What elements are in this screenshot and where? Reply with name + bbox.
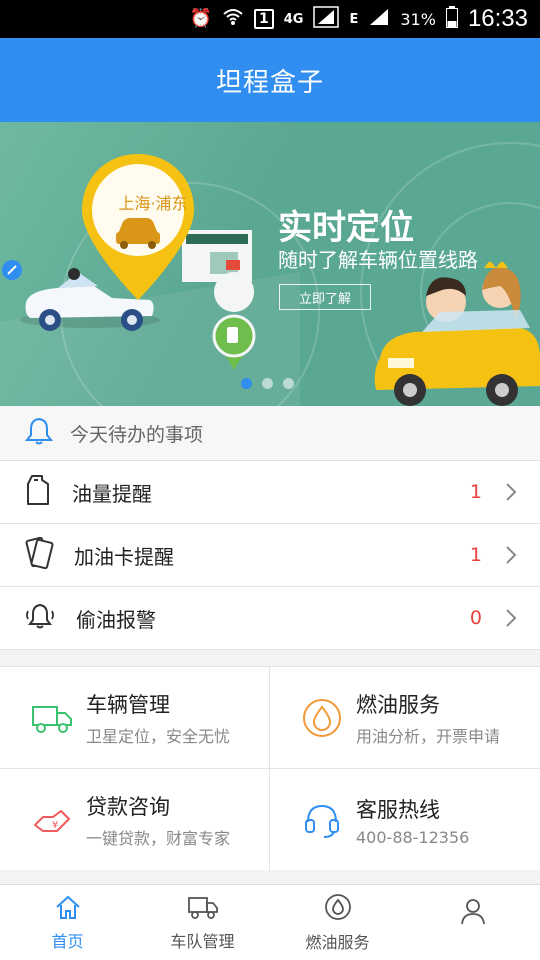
service-name: 贷款咨询 xyxy=(86,795,170,819)
chevron-right-icon xyxy=(496,482,526,502)
chevron-right-icon xyxy=(496,608,526,628)
chevron-right-icon xyxy=(496,545,526,565)
todo-item-fuel-card[interactable]: 加油卡提醒 1 xyxy=(0,524,540,587)
battery-percent: 31% xyxy=(400,9,436,29)
todo-item-count: 0 xyxy=(469,607,482,629)
svg-text:¥: ¥ xyxy=(52,820,58,831)
profile-icon xyxy=(460,897,486,929)
app-title: 坦程盒子 xyxy=(215,67,324,98)
carousel-dot[interactable] xyxy=(283,378,294,389)
service-desc: 400-88-12356 xyxy=(356,827,470,847)
tab-home[interactable]: 首页 xyxy=(0,885,135,960)
home-icon xyxy=(54,894,82,924)
fuel-drop-icon xyxy=(298,694,346,742)
bell-icon xyxy=(24,416,54,450)
learn-more-button[interactable]: 立即了解 xyxy=(279,284,371,310)
loan-hand-icon: ¥ xyxy=(28,796,76,844)
carousel-dot[interactable] xyxy=(262,378,273,389)
tab-fleet-management[interactable]: 车队管理 xyxy=(135,885,270,960)
alarm-clock-icon: ⏰ xyxy=(189,8,213,29)
todo-item-count: 1 xyxy=(469,481,482,503)
status-bar: ⏰ 1 4G E 31% 16:33 xyxy=(0,0,540,38)
alarm-bell-icon xyxy=(24,601,56,635)
sim-indicator: 1 xyxy=(254,9,274,29)
oil-can-icon xyxy=(24,474,52,510)
edge-indicator: E xyxy=(349,11,359,27)
service-loan[interactable]: ¥ 贷款咨询 一键贷款，财富专家 xyxy=(0,769,270,871)
tab-label: 车队管理 xyxy=(170,931,235,951)
truck-icon xyxy=(28,694,76,742)
service-desc: 用油分析，开票申请 xyxy=(356,727,501,746)
todo-header-title: 今天待办的事项 xyxy=(70,423,204,446)
tab-fuel-service[interactable]: 燃油服务 xyxy=(270,885,405,960)
battery-icon xyxy=(445,6,458,32)
tab-label: 燃油服务 xyxy=(305,932,370,952)
banner-heading: 实时定位 xyxy=(278,208,414,248)
todo-item-count: 1 xyxy=(469,544,482,566)
carousel-dot[interactable] xyxy=(241,378,252,389)
bottom-tab-bar: 首页 车队管理 燃油服务 xyxy=(0,884,540,960)
drop-tab-icon xyxy=(324,893,352,925)
todo-item-label: 偷油报警 xyxy=(76,607,156,632)
service-hotline[interactable]: 客服热线 400-88-12356 xyxy=(270,769,540,871)
service-vehicle-management[interactable]: 车辆管理 卫星定位，安全无忧 xyxy=(0,667,270,769)
services-grid: 车辆管理 卫星定位，安全无忧 燃油服务 用油分析，开票申请 ¥ 贷款咨询 一键贷… xyxy=(0,666,540,871)
todo-item-label: 加油卡提醒 xyxy=(74,544,174,569)
couple-car-illustration xyxy=(374,262,540,406)
service-desc: 一键贷款，财富专家 xyxy=(86,829,231,848)
tab-profile[interactable] xyxy=(405,885,540,960)
app-bar: 坦程盒子 xyxy=(0,38,540,122)
truck-tab-icon xyxy=(187,894,219,924)
service-name: 客服热线 xyxy=(356,797,440,822)
service-name: 燃油服务 xyxy=(356,693,440,717)
service-desc: 卫星定位，安全无忧 xyxy=(86,727,231,746)
clock: 16:33 xyxy=(467,5,528,32)
tab-label: 首页 xyxy=(51,931,84,951)
network-type: 4G xyxy=(283,11,304,27)
fuel-card-icon xyxy=(24,536,54,573)
todo-item-oil-level[interactable]: 油量提醒 1 xyxy=(0,461,540,524)
todo-header: 今天待办的事项 xyxy=(0,406,540,461)
location-pin-icon xyxy=(82,154,194,300)
banner-carousel[interactable]: 上海·浦东 实时定位 随时了解车辆位置线路 立即了解 xyxy=(0,122,540,406)
pin-location-label: 上海·浦东 xyxy=(118,194,188,213)
wifi-icon xyxy=(222,7,244,31)
signal-2-icon xyxy=(368,7,390,31)
signal-icon xyxy=(313,6,340,32)
todo-item-label: 油量提醒 xyxy=(72,481,152,506)
service-fuel[interactable]: 燃油服务 用油分析，开票申请 xyxy=(270,667,540,769)
service-name: 车辆管理 xyxy=(86,693,170,717)
todo-list: 油量提醒 1 加油卡提醒 1 偷油报警 0 xyxy=(0,461,540,650)
headset-icon xyxy=(298,796,346,844)
carousel-indicator xyxy=(241,378,294,389)
todo-item-theft-alarm[interactable]: 偷油报警 0 xyxy=(0,587,540,650)
